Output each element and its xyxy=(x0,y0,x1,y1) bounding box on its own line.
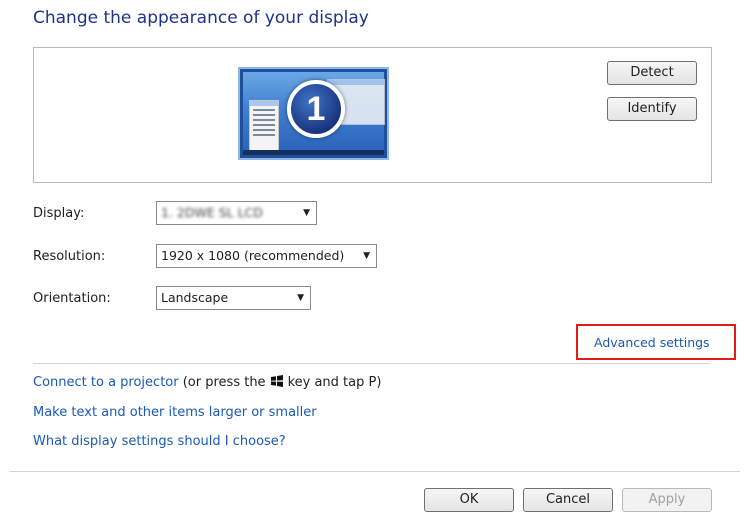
window-thumbnail xyxy=(249,100,279,152)
monitor-icon[interactable]: 1 xyxy=(238,67,389,160)
footer-divider xyxy=(10,471,740,472)
advanced-settings-link[interactable]: Advanced settings xyxy=(594,335,710,350)
display-select-value: 1. 2DWE SL LCD xyxy=(161,205,263,220)
cancel-button[interactable]: Cancel xyxy=(523,488,613,512)
display-help-link[interactable]: What display settings should I choose? xyxy=(33,434,286,449)
resolution-select-value: 1920 x 1080 (recommended) xyxy=(161,248,345,263)
monitor-number-badge: 1 xyxy=(287,80,345,138)
resolution-label: Resolution: xyxy=(33,249,106,264)
identify-button[interactable]: Identify xyxy=(607,97,697,121)
ok-button[interactable]: OK xyxy=(424,488,514,512)
divider xyxy=(33,363,710,364)
connect-projector-link[interactable]: Connect to a projector xyxy=(33,375,179,390)
display-label: Display: xyxy=(33,206,85,221)
dropdown-arrow-icon: ▼ xyxy=(303,208,310,218)
orientation-label: Orientation: xyxy=(33,291,111,306)
apply-button[interactable]: Apply xyxy=(622,488,712,512)
page-title: Change the appearance of your display xyxy=(33,8,369,28)
connect-hint-text: (or press the xyxy=(182,375,266,390)
dropdown-arrow-icon: ▼ xyxy=(363,251,370,261)
orientation-select-value: Landscape xyxy=(161,290,229,305)
orientation-select[interactable]: Landscape ▼ xyxy=(156,286,311,310)
connect-hint-text-end: key and tap P) xyxy=(287,375,382,390)
dropdown-arrow-icon: ▼ xyxy=(297,293,304,303)
resolution-select[interactable]: 1920 x 1080 (recommended) ▼ xyxy=(156,244,377,268)
connect-projector-line: Connect to a projector (or press the key… xyxy=(33,375,381,390)
text-size-link[interactable]: Make text and other items larger or smal… xyxy=(33,405,317,420)
windows-logo-icon xyxy=(270,375,283,387)
display-select[interactable]: 1. 2DWE SL LCD ▼ xyxy=(156,201,317,225)
detect-button[interactable]: Detect xyxy=(607,61,697,85)
